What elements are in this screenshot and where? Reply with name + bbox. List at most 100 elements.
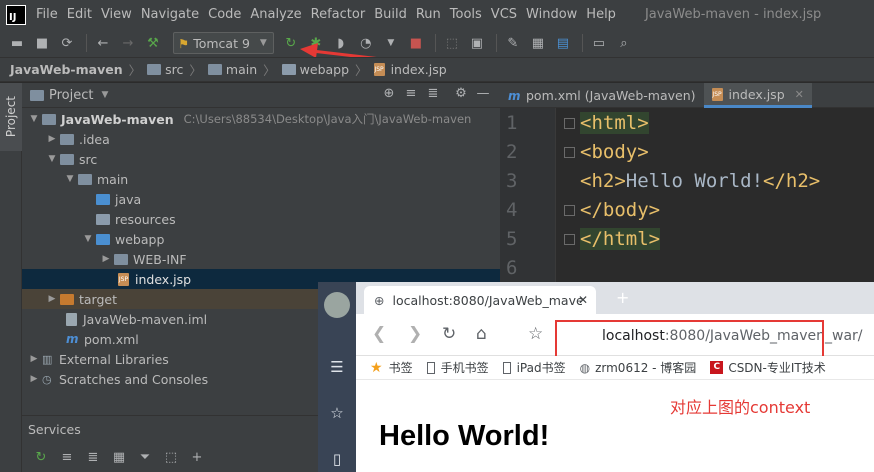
h2-text: Hello World! [625,170,764,192]
breadcrumb-separator: 〉 [263,63,276,78]
breadcrumb-separator: 〉 [189,63,202,78]
bookmark-ipad[interactable]: iPad书签 [502,359,566,376]
scratches-icon: ◷ [42,372,52,386]
group-icon[interactable]: ▦ [106,450,132,465]
breadcrumb-main[interactable]: main [226,62,257,77]
tree-item-label: main [97,171,129,187]
bookmark-csdn[interactable]: C CSDN-专业IT技术 [710,359,826,376]
browser-sidebar: ☰ ☆ ▯ [318,282,356,472]
add-icon[interactable]: + [184,450,210,465]
folder-icon [78,173,92,185]
expand-all-icon[interactable]: ≡ [400,86,422,101]
book-icon[interactable]: ▯ [318,450,356,468]
maven-icon: m [66,332,79,346]
code-line-3: <h2>Hello World!</h2> [580,170,820,192]
folder-icon [147,64,162,75]
chevron-down-icon: ▼ [48,154,56,164]
folder-icon [60,153,74,165]
locate-target-icon[interactable]: ⊕ [378,86,400,101]
bookmark-bookmarks[interactable]: ★ 书签 [370,359,413,376]
close-icon[interactable]: ✕ [578,293,588,307]
left-tool-strip: Project [0,83,22,472]
tree-item-label: .idea [79,131,110,147]
reading-list-icon[interactable]: ☰ [318,358,356,376]
tree-item-src[interactable]: ▼ src [22,149,500,169]
tree-item-resources[interactable]: resources [22,209,500,229]
browser-tab[interactable]: ⊕ localhost:8080/JavaWeb_maven_w ✕ [364,286,596,314]
jsp-file-icon: JSP [373,63,385,76]
favorites-star-icon[interactable]: ☆ [318,404,356,422]
refresh-icon[interactable]: ↻ [442,324,456,344]
chevron-right-icon: ▶ [30,374,38,384]
source-folder-icon [96,193,110,205]
maven-icon: m [508,88,521,103]
gear-icon[interactable]: ⚙ [450,86,472,101]
tree-item-label: External Libraries [59,351,169,367]
chevron-down-icon: ▼ [30,114,38,124]
bookmark-star-icon[interactable]: ☆ [528,324,543,344]
fold-marker-icon[interactable] [564,205,575,216]
fold-marker-icon[interactable] [564,234,575,245]
avatar[interactable] [324,292,350,318]
project-tool-tab-label: Project [4,96,18,138]
bookmark-label: zrm0612 - 博客园 [595,361,697,375]
code-line-4: </body> [580,199,661,221]
tree-item-webinf[interactable]: ▶ WEB-INF [22,249,500,269]
services-title[interactable]: Services [28,422,81,437]
star-icon: ★ [370,359,383,376]
back-arrow-icon[interactable]: ❮ [372,324,386,344]
chevron-right-icon: ▶ [48,294,56,304]
minimize-icon[interactable]: — [472,86,494,101]
tree-item-java[interactable]: java [22,189,500,209]
bookmark-mobile[interactable]: 手机书签 [426,359,489,376]
tree-item-label: JavaWeb-maven.iml [83,311,208,327]
chevron-down-icon[interactable]: ▼ [101,90,108,100]
collapse-all-icon[interactable]: ≣ [80,450,106,465]
bookmark-cnblogs[interactable]: ◍ zrm0612 - 博客园 [580,359,697,376]
tree-item-root[interactable]: ▼ JavaWeb-maven C:\Users\88534\Desktop\J… [22,109,500,129]
code-line-1: <html> [580,112,649,134]
tree-item-webapp[interactable]: ▼ webapp [22,229,500,249]
breadcrumb-project[interactable]: JavaWeb-maven [10,62,123,77]
jsp-file-icon: JSP [118,272,129,286]
iml-file-icon [66,312,77,326]
folder-icon [114,253,128,265]
chevron-down-icon: ▼ [84,234,92,244]
page-heading: Hello World! [379,420,550,452]
rerun-icon[interactable]: ↻ [28,450,54,465]
filter-icon[interactable]: ⏷ [132,450,158,465]
fold-marker-icon[interactable] [564,147,575,158]
excluded-folder-icon [60,293,74,305]
tree-item-main[interactable]: ▼ main [22,169,500,189]
bookmark-label: CSDN-专业IT技术 [728,361,826,375]
breadcrumb-src[interactable]: src [165,62,183,77]
breadcrumb-index-jsp[interactable]: index.jsp [391,62,447,77]
project-tool-tab[interactable]: Project [0,83,22,151]
tree-item-label: pom.xml [84,331,139,347]
collapse-all-icon[interactable]: ≣ [422,86,444,101]
project-panel-title[interactable]: Project [49,88,93,103]
chevron-down-icon: ▼ [66,174,74,184]
page-icon [426,361,435,374]
tab-index-jsp[interactable]: JSP index.jsp ✕ [703,83,812,108]
h2-close-tag: </h2> [763,170,821,192]
new-tab-plus-icon[interactable]: + [616,288,629,307]
services-toolbar: ↻ ≡ ≣ ▦ ⏷ ⬚ + [28,450,210,465]
home-icon[interactable]: ⌂ [476,324,487,344]
project-panel-header: Project ▼ ⊕ ≡ ≣ ⚙ — [22,83,500,108]
open-tab-icon[interactable]: ⬚ [158,450,184,465]
forward-arrow-icon[interactable]: ❯ [408,324,422,344]
code-line-2: <body> [580,141,649,163]
cnblogs-icon: ◍ [579,360,591,375]
breadcrumb-webapp[interactable]: webapp [300,62,349,77]
expand-all-icon[interactable]: ≡ [54,450,80,465]
tree-item-idea[interactable]: ▶ .idea [22,129,500,149]
web-folder-icon [96,233,110,245]
line-number: 5 [506,228,518,250]
tree-item-label: target [79,291,118,307]
tab-pom-xml[interactable]: m pom.xml (JavaWeb-maven) [500,83,704,108]
close-icon[interactable]: ✕ [795,88,804,101]
editor-tabs: m pom.xml (JavaWeb-maven) JSP index.jsp … [500,83,874,108]
line-number: 2 [506,141,518,163]
fold-marker-icon[interactable] [564,118,575,129]
